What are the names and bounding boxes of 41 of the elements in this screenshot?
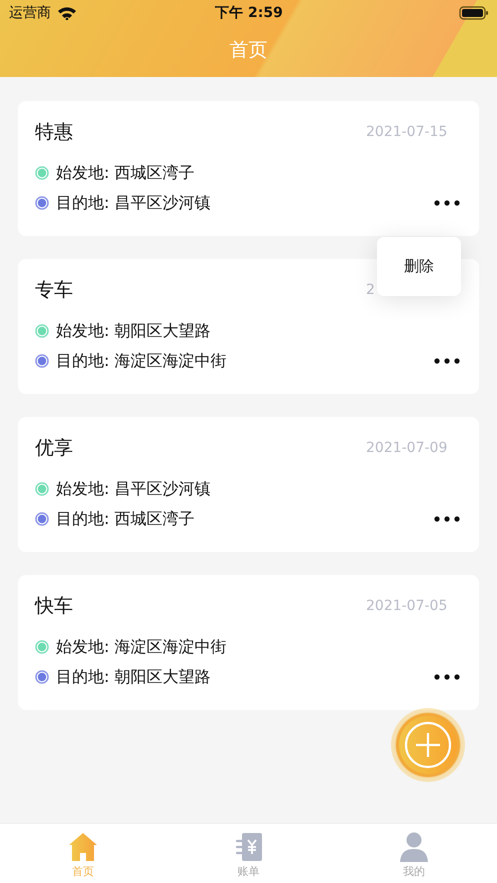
origin-dot-icon	[35, 640, 49, 654]
plus-icon	[404, 721, 452, 769]
delete-option[interactable]: 删除	[404, 257, 434, 276]
more-icon	[434, 358, 460, 364]
order-type: 特惠	[35, 120, 73, 145]
more-icon	[434, 674, 460, 680]
carrier-name: 运营商	[9, 4, 51, 22]
page-title: 首页	[228, 38, 268, 63]
order-type: 专车	[35, 278, 73, 303]
origin-text: 始发地: 昌平区沙河镇	[56, 478, 210, 500]
order-date: 2021-07-15	[366, 124, 448, 140]
destination-dot-icon	[35, 196, 49, 210]
more-icon	[434, 516, 460, 522]
order-card[interactable]: 优享 2021-07-09 始发地: 昌平区沙河镇 目的地: 西城区湾子	[18, 417, 479, 552]
origin-text: 始发地: 西城区湾子	[56, 162, 194, 184]
origin-dot-icon	[35, 482, 49, 496]
destination-text: 目的地: 昌平区沙河镇	[56, 192, 210, 214]
origin-dot-icon	[35, 166, 49, 180]
wifi-icon	[57, 6, 77, 20]
order-card[interactable]: 特惠 2021-07-15 始发地: 西城区湾子 目的地: 昌平区沙河镇	[18, 101, 479, 236]
origin-text: 始发地: 朝阳区大望路	[56, 320, 210, 342]
origin-dot-icon	[35, 324, 49, 338]
destination-dot-icon	[35, 670, 49, 684]
destination-dot-icon	[35, 354, 49, 368]
destination-text: 目的地: 海淀区海淀中街	[56, 350, 226, 372]
destination-text: 目的地: 朝阳区大望路	[56, 666, 210, 688]
person-icon	[399, 832, 430, 862]
battery-icon	[458, 6, 489, 20]
order-type: 优享	[35, 436, 73, 461]
order-card[interactable]: 快车 2021-07-05 始发地: 海淀区海淀中街 目的地: 朝阳区大望路	[18, 575, 479, 710]
more-icon	[434, 200, 460, 206]
order-date: 2021-07-05	[366, 598, 448, 614]
order-date: 2	[366, 282, 376, 298]
destination-text: 目的地: 西城区湾子	[56, 508, 194, 530]
order-date: 2021-07-09	[366, 440, 448, 456]
order-type: 快车	[35, 594, 73, 619]
notebook-icon	[234, 832, 264, 862]
status-time: 下午 2:59	[215, 4, 283, 22]
origin-text: 始发地: 海淀区海淀中街	[56, 636, 226, 658]
house-icon	[68, 832, 98, 862]
destination-dot-icon	[35, 512, 49, 526]
